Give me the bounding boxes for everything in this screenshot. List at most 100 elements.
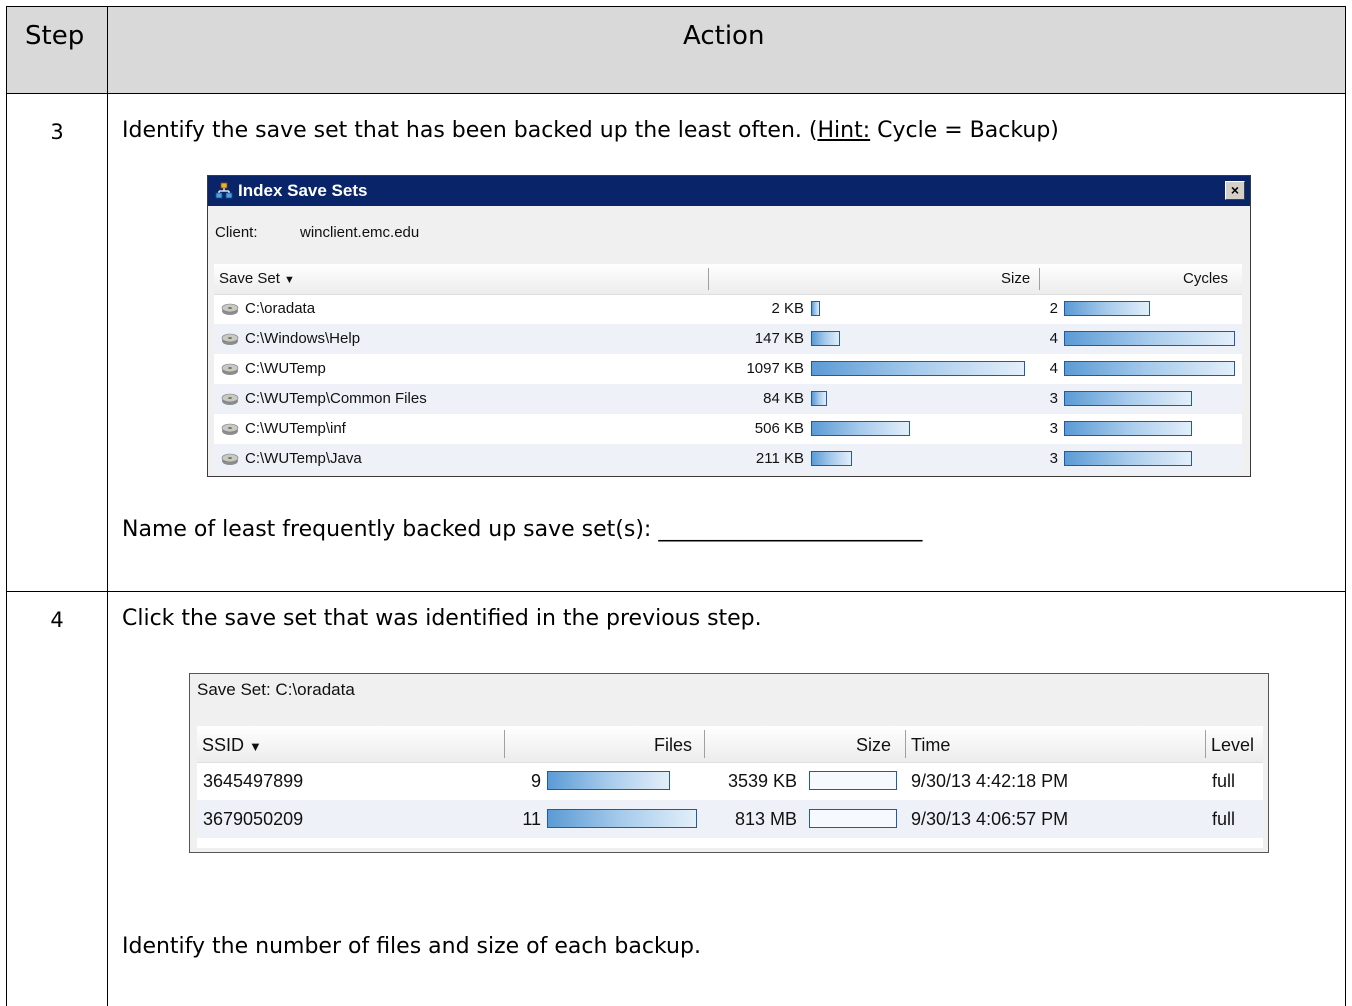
table-header xyxy=(7,7,1345,94)
save-set-size: 506 KB xyxy=(754,420,804,437)
save-set-name: C:\Windows\Help xyxy=(245,330,361,347)
disk-icon xyxy=(221,303,239,315)
size-bar xyxy=(811,421,910,436)
size-bar xyxy=(811,451,852,466)
col-separator[interactable] xyxy=(704,730,705,758)
save-set-cycles: 4 xyxy=(1049,330,1058,347)
backup-size: 813 MB xyxy=(734,809,797,829)
save-set-name: C:\WUTemp\Java xyxy=(245,450,362,467)
size-bar xyxy=(811,361,1025,376)
answer-prompt: Name of least frequently backed up save … xyxy=(122,517,923,542)
col-cycles[interactable]: Cycles xyxy=(1183,270,1228,287)
size-bar xyxy=(811,301,820,316)
size-bar xyxy=(809,771,897,790)
col-separator[interactable] xyxy=(905,730,906,758)
followup-instruction: Identify the number of files and size of… xyxy=(122,934,701,959)
save-set-name: C:\WUTemp\inf xyxy=(245,420,346,437)
table-row[interactable]: C:\WUTemp\Common Files 84 KB 3 xyxy=(214,384,1242,414)
backup-time: 9/30/13 4:06:57 PM xyxy=(911,809,1069,829)
window-titlebar: Index Save Sets × xyxy=(208,176,1250,206)
save-set-name: C:\oradata xyxy=(245,300,316,317)
instructions-table: Step Action 3 Identify the save set that… xyxy=(6,6,1346,1006)
save-set-detail-window: Save Set: C:\oradata SSID ▼ Files Size T… xyxy=(189,673,1269,853)
col-ssid-label: SSID xyxy=(202,735,245,755)
step-4-number: 4 xyxy=(50,608,64,632)
col-separator[interactable] xyxy=(708,268,709,290)
step-3-number: 3 xyxy=(50,120,64,144)
row-divider xyxy=(7,591,1345,592)
backup-size: 3539 KB xyxy=(727,771,797,791)
save-sets-table: Save Set ▼ Size Cycles C:\oradata 2 KB 2 xyxy=(214,264,1242,474)
save-set-table-header: SSID ▼ Files Size Time Level xyxy=(197,726,1263,763)
col-files[interactable]: Files xyxy=(654,735,692,756)
file-count: 11 xyxy=(522,809,541,829)
table-row[interactable]: 3679050209 11 813 MB 9/30/13 4:06:57 PM … xyxy=(197,800,1263,838)
col-separator[interactable] xyxy=(1205,730,1206,758)
table-row[interactable]: C:\WUTemp 1097 KB 4 xyxy=(214,354,1242,384)
header-step: Step xyxy=(25,21,85,51)
column-divider xyxy=(107,7,108,1006)
col-size[interactable]: Size xyxy=(1001,270,1030,287)
index-save-sets-window: Index Save Sets × Client: winclient.emc.… xyxy=(207,175,1251,477)
table-row[interactable]: C:\WUTemp\Java 211 KB 3 xyxy=(214,444,1242,474)
save-set-size: 2 KB xyxy=(771,300,804,317)
disk-icon xyxy=(221,393,239,405)
backup-level: full xyxy=(1212,809,1236,829)
cycles-bar xyxy=(1064,331,1235,346)
col-time[interactable]: Time xyxy=(911,735,950,756)
size-bar xyxy=(811,331,840,346)
col-separator[interactable] xyxy=(504,730,505,758)
client-label: Client: xyxy=(215,224,258,241)
table-row[interactable]: C:\oradata 2 KB 2 xyxy=(214,294,1242,324)
hint-text: Cycle = Backup) xyxy=(870,118,1059,143)
save-set-table: SSID ▼ Files Size Time Level 3645497899 … xyxy=(197,726,1263,848)
size-bar xyxy=(811,391,827,406)
close-button[interactable]: × xyxy=(1225,181,1245,200)
col-size[interactable]: Size xyxy=(856,735,891,756)
cycles-bar xyxy=(1064,451,1192,466)
table-row[interactable]: 3645497899 9 3539 KB 9/30/13 4:42:18 PM … xyxy=(197,762,1263,800)
save-set-cycles: 3 xyxy=(1049,450,1058,467)
ssid: 3679050209 xyxy=(203,809,304,829)
size-bar xyxy=(809,809,897,828)
save-sets-header: Save Set ▼ Size Cycles xyxy=(214,264,1242,295)
step-3-instruction: Identify the save set that has been back… xyxy=(122,118,1059,143)
save-set-size: 1097 KB xyxy=(746,360,804,377)
file-count: 9 xyxy=(530,771,541,791)
header-action: Action xyxy=(683,21,765,51)
table-row[interactable]: C:\WUTemp\inf 506 KB 3 xyxy=(214,414,1242,444)
backup-time: 9/30/13 4:42:18 PM xyxy=(911,771,1069,791)
save-set-cycles: 3 xyxy=(1049,420,1058,437)
step-4-instruction: Click the save set that was identified i… xyxy=(122,606,762,631)
col-separator[interactable] xyxy=(1039,268,1040,290)
files-bar xyxy=(547,809,697,828)
files-bar xyxy=(547,771,670,790)
col-save-set-label: Save Set xyxy=(219,270,280,287)
save-set-size: 147 KB xyxy=(754,330,804,347)
disk-icon xyxy=(221,363,239,375)
sort-arrow-icon: ▼ xyxy=(249,739,262,754)
save-set-cycles: 2 xyxy=(1049,300,1058,317)
save-set-cycles: 3 xyxy=(1049,390,1058,407)
cycles-bar xyxy=(1064,301,1150,316)
disk-icon xyxy=(221,423,239,435)
sort-arrow-icon: ▼ xyxy=(284,274,295,286)
client-value: winclient.emc.edu xyxy=(300,224,420,241)
save-set-cycles: 4 xyxy=(1049,360,1058,377)
ssid: 3645497899 xyxy=(203,771,304,791)
step-3-instruction-text: Identify the save set that has been back… xyxy=(122,118,818,143)
network-icon xyxy=(215,182,233,199)
save-set-name: C:\WUTemp xyxy=(245,360,326,377)
save-set-size: 211 KB xyxy=(755,450,804,467)
cycles-bar xyxy=(1064,421,1192,436)
col-level[interactable]: Level xyxy=(1211,735,1254,756)
col-save-set[interactable]: Save Set ▼ xyxy=(219,270,295,287)
backup-level: full xyxy=(1212,771,1236,791)
cycles-bar xyxy=(1064,391,1192,406)
save-set-name: C:\WUTemp\Common Files xyxy=(245,390,427,407)
col-ssid[interactable]: SSID ▼ xyxy=(202,735,262,756)
hint-label: Hint: xyxy=(817,118,871,143)
window-title: Index Save Sets xyxy=(238,181,368,200)
disk-icon xyxy=(221,453,239,465)
table-row[interactable]: C:\Windows\Help 147 KB 4 xyxy=(214,324,1242,354)
